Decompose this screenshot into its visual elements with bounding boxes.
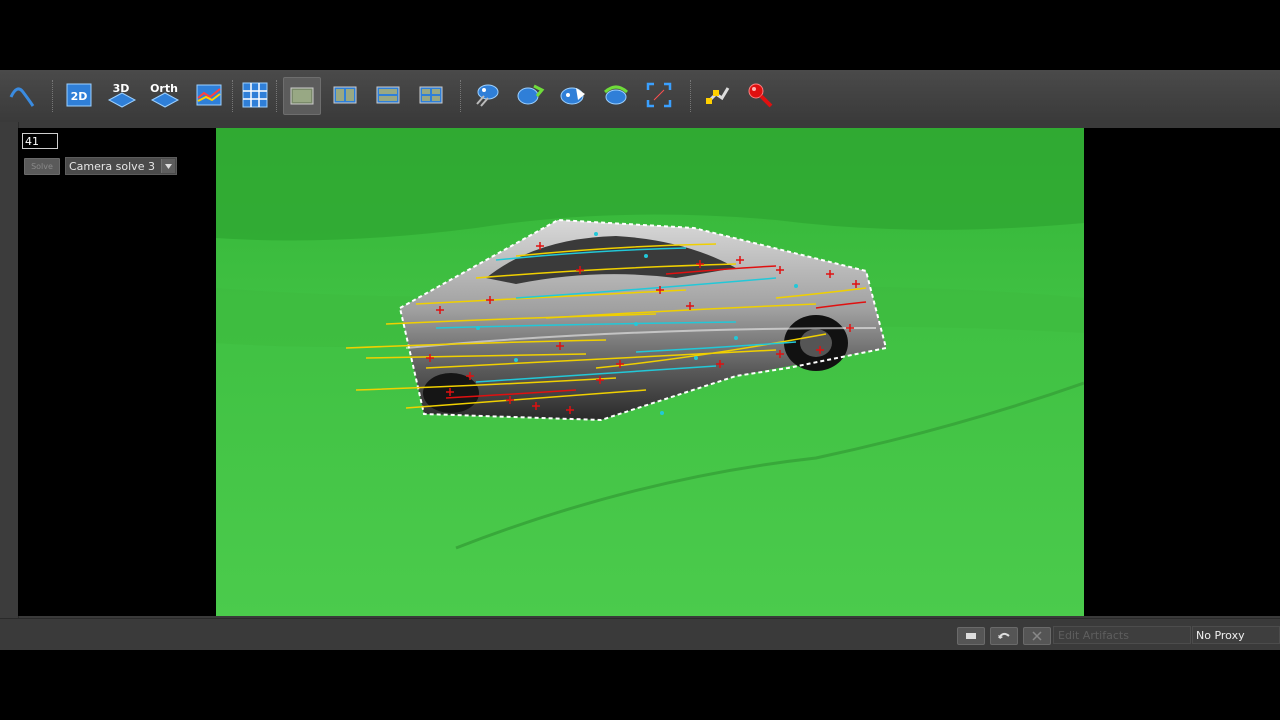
view-2d-label: 2D (71, 90, 88, 103)
fit-frame-icon[interactable] (642, 78, 676, 112)
toolbar-separator (232, 80, 235, 112)
grid-layout-icon[interactable] (238, 78, 272, 112)
magnify-icon[interactable] (743, 78, 777, 112)
frame-number-field[interactable]: 41 (22, 133, 58, 149)
solve-selector[interactable]: Camera solve 3 (65, 157, 177, 175)
view-3d-button[interactable]: 3D (105, 78, 139, 112)
camera-viewport[interactable] (216, 128, 1084, 616)
graph-view-icon[interactable] (192, 78, 226, 112)
toolbar-separator (52, 80, 55, 112)
view-3d-label: 3D (113, 82, 130, 95)
split-horizontal-layout-icon[interactable] (371, 78, 405, 112)
view-orth-label: Orth (150, 82, 178, 95)
clear-edits-icon[interactable] (1023, 627, 1051, 645)
view-2d-button[interactable]: 2D (62, 78, 96, 112)
toolbar-separator (460, 80, 463, 112)
letterbox-top (0, 0, 1280, 70)
object-solve-icon[interactable] (556, 78, 590, 112)
main-toolbar: 2D 3D Orth (0, 70, 1280, 123)
edit-artifacts-field[interactable]: Edit Artifacts (1053, 626, 1191, 644)
toolbar-separator (690, 80, 693, 112)
proxy-selector[interactable]: No Proxy (1192, 626, 1280, 644)
app-logo-icon[interactable] (4, 78, 38, 112)
chevron-down-icon[interactable] (161, 159, 175, 173)
left-panel (18, 128, 216, 616)
solve-button[interactable]: Solve (24, 158, 60, 175)
letterbox-bottom (0, 650, 1280, 720)
split-vertical-layout-icon[interactable] (328, 78, 362, 112)
quad-layout-icon[interactable] (414, 78, 448, 112)
solve-selector-value: Camera solve 3 (69, 160, 155, 173)
undo-icon[interactable] (990, 627, 1018, 645)
right-black-area (1084, 128, 1280, 616)
track-features-icon[interactable] (470, 78, 504, 112)
view-orth-button[interactable]: Orth (148, 78, 182, 112)
toolbar-separator (276, 80, 279, 112)
tracker-tools-icon[interactable] (700, 78, 734, 112)
camera-status-icon[interactable] (957, 627, 985, 645)
orbit-icon[interactable] (599, 78, 633, 112)
left-edge-strip (0, 122, 19, 618)
single-viewport-layout-icon[interactable] (283, 77, 321, 115)
solve-camera-icon[interactable] (513, 78, 547, 112)
status-bar: Edit Artifacts No Proxy (0, 618, 1280, 651)
